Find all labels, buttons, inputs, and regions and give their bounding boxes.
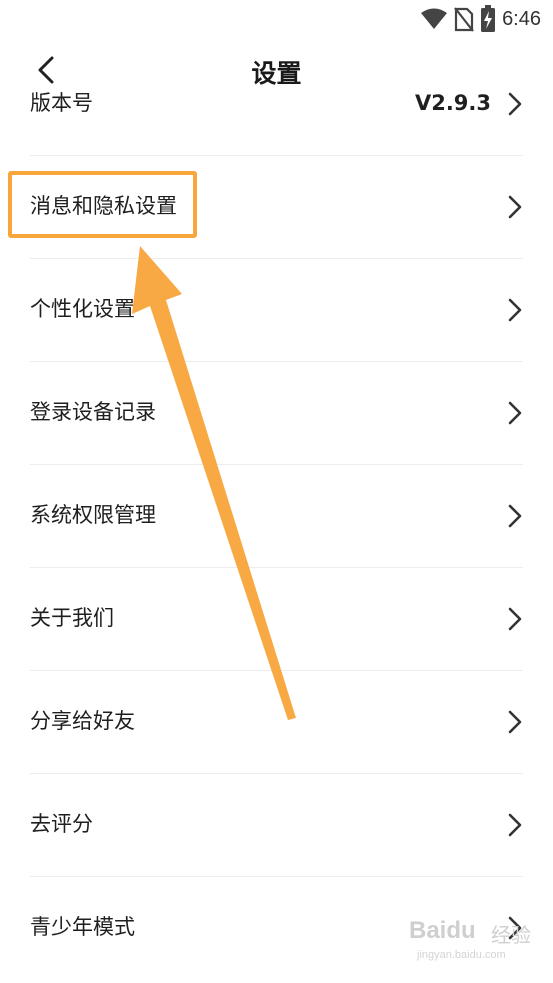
watermark-logo: Baidu <box>409 917 476 944</box>
watermark-url: jingyan.baidu.com <box>417 949 506 961</box>
watermark-jingyan: 经验 <box>491 923 531 947</box>
annotation-arrow <box>132 246 296 720</box>
baidu-jingyan-watermark: Baidu 经验 jingyan.baidu.com <box>409 917 539 967</box>
